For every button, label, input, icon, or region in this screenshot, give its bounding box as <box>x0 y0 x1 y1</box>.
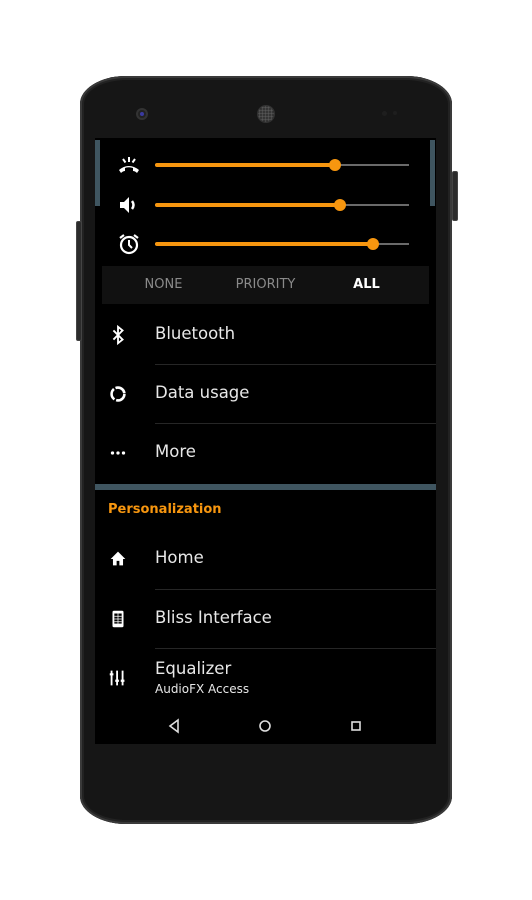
data-usage-label: Data usage <box>155 383 250 402</box>
ringer-volume-row <box>95 145 436 185</box>
more-label: More <box>155 442 196 461</box>
alarm-volume-row <box>95 224 436 264</box>
screen: NONE PRIORITY ALL Bluetooth Data usage M… <box>95 138 436 744</box>
alarm-slider[interactable] <box>155 238 409 250</box>
more-dots-icon <box>110 451 126 455</box>
bliss-interface-label: Bliss Interface <box>155 608 272 627</box>
settings-item-home[interactable]: Home <box>95 530 436 589</box>
equalizer-label: Equalizer <box>155 659 232 678</box>
recents-icon[interactable] <box>345 716 367 736</box>
category-divider <box>95 484 436 490</box>
settings-item-data-usage[interactable]: Data usage <box>95 365 436 424</box>
alarm-slider-thumb[interactable] <box>367 238 380 250</box>
bluetooth-label: Bluetooth <box>155 324 236 343</box>
ringer-slider-fill <box>155 163 336 167</box>
volume-rocker[interactable] <box>76 221 82 341</box>
settings-item-equalizer[interactable]: Equalizer AudioFX Access <box>95 649 436 708</box>
media-slider-thumb[interactable] <box>334 199 347 211</box>
data-usage-icon <box>110 386 126 402</box>
equalizer-subtitle: AudioFX Access <box>155 682 250 696</box>
home-icon <box>110 551 126 566</box>
ringer-slider-thumb[interactable] <box>329 159 342 171</box>
ringer-icon <box>119 157 139 173</box>
ringer-slider[interactable] <box>155 159 409 171</box>
phone-interface-icon <box>112 610 124 628</box>
interruption-mode-bar: NONE PRIORITY ALL <box>102 266 429 304</box>
volume-panel: NONE PRIORITY ALL <box>95 138 436 306</box>
settings-item-more[interactable]: More <box>95 424 436 483</box>
power-button[interactable] <box>452 171 458 221</box>
mode-all[interactable]: ALL <box>312 266 421 304</box>
back-icon[interactable] <box>163 716 185 736</box>
navigation-bar <box>95 708 436 744</box>
category-title-personalization: Personalization <box>108 502 222 517</box>
alarm-clock-icon <box>119 234 139 255</box>
earpiece-speaker <box>258 106 274 122</box>
mode-priority[interactable]: PRIORITY <box>211 266 320 304</box>
front-camera <box>138 110 146 118</box>
equalizer-icon <box>109 670 125 686</box>
media-volume-row <box>95 185 436 225</box>
mode-none[interactable]: NONE <box>109 266 218 304</box>
settings-item-bliss-interface[interactable]: Bliss Interface <box>95 590 436 649</box>
speaker-icon <box>120 197 135 213</box>
media-slider-fill <box>155 203 341 207</box>
alarm-slider-fill <box>155 242 374 246</box>
bluetooth-icon <box>112 324 124 346</box>
home-circle-icon[interactable] <box>254 716 276 736</box>
proximity-sensor <box>382 111 387 116</box>
light-sensor <box>393 111 397 115</box>
home-label: Home <box>155 548 204 567</box>
settings-item-bluetooth[interactable]: Bluetooth <box>95 306 436 365</box>
media-slider[interactable] <box>155 199 409 211</box>
